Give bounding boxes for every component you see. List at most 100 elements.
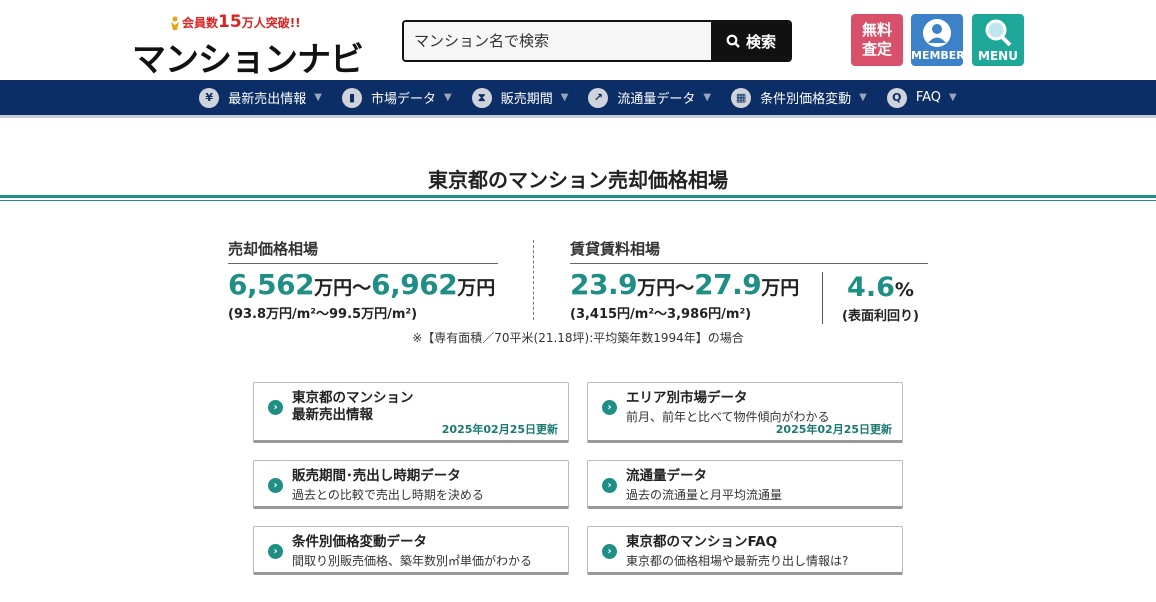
- title-divider-thin: [0, 200, 1156, 201]
- member-label: MEMBER: [911, 49, 965, 62]
- user-icon: [923, 19, 951, 47]
- rent-price-per-sqm: (3,415円/m²〜3,986円/m²): [570, 307, 752, 322]
- nav-item-volume-data[interactable]: ↗ 流通量データ ▼: [578, 79, 721, 117]
- free-appraisal-line2: 査定: [861, 40, 892, 58]
- condition-note: ※【専有面積／70平米(21.18坪):平均築年数1994年】の場合: [412, 331, 744, 345]
- nav-item-label: 流通量データ: [617, 92, 696, 107]
- logo-name: マンションナビ: [132, 40, 364, 80]
- logo-tagline-number: 15: [218, 12, 242, 32]
- yield-value-line: 4.6%: [833, 272, 928, 303]
- search-bar: 検索: [402, 20, 792, 62]
- card-title: 流通量データ: [626, 468, 707, 484]
- nav-item-label: 最新売出情報: [228, 92, 307, 107]
- hourglass-icon: ⧗: [471, 87, 492, 108]
- chevron-down-icon: ▼: [314, 92, 322, 103]
- rent-range-block: 23.9万円〜27.9万円 (3,415円/m²〜3,986円/m²): [570, 264, 822, 324]
- person-icon: [171, 16, 179, 30]
- nav-item-label: 販売期間: [500, 92, 553, 107]
- card-title: 販売期間･売出し時期データ: [292, 468, 461, 484]
- chevron-down-icon: ▼: [859, 92, 867, 103]
- yield-label: (表面利回り): [842, 309, 919, 324]
- rent-price-high: 27.9: [694, 268, 762, 301]
- trend-icon: ↗: [588, 87, 609, 108]
- nav-item-faq[interactable]: Q FAQ ▼: [877, 79, 967, 117]
- yield-block: 4.6% (表面利回り): [822, 272, 928, 324]
- sale-price-unit: 万円: [314, 277, 353, 299]
- range-tilde: 〜: [675, 277, 695, 299]
- logo-tagline: 会員数15万人突破!!: [182, 12, 301, 32]
- card-sales-period[interactable]: › 販売期間･売出し時期データ 過去との比較で売出し時期を決める: [253, 460, 569, 509]
- rent-price-unit: 万円: [761, 277, 800, 299]
- sale-price-high: 6,962: [371, 268, 458, 301]
- page-title: 東京都のマンション売却価格相場: [428, 168, 728, 192]
- site-header: 会員数15万人突破!! マンションナビ 検索 無料 査定 MEMBER MENU: [0, 0, 1156, 80]
- logo-tagline-prefix: 会員数: [182, 16, 219, 30]
- title-divider: [0, 195, 1156, 198]
- nav-item-price-change[interactable]: ▦ 条件別価格変動 ▼: [721, 79, 877, 117]
- site-logo[interactable]: 会員数15万人突破!! マンションナビ: [132, 10, 364, 80]
- search-button-label: 検索: [745, 32, 776, 51]
- sale-price-per-sqm: (93.8万円/m²〜99.5万円/m²): [228, 307, 418, 322]
- rent-price-unit: 万円: [637, 277, 676, 299]
- card-update-date: 2025年02月25日更新: [775, 423, 892, 436]
- yield-unit: %: [894, 279, 914, 301]
- arrow-right-icon: ›: [602, 400, 617, 415]
- card-title: 東京都のマンションFAQ: [626, 534, 778, 550]
- free-appraisal-line1: 無料: [861, 21, 892, 39]
- card-latest-listings[interactable]: › 東京都のマンション 最新売出情報 2025年02月25日更新: [253, 382, 569, 443]
- nav-item-label: FAQ: [915, 90, 942, 105]
- search-input[interactable]: [404, 22, 712, 60]
- bar-chart-icon: ▮: [341, 87, 362, 108]
- sale-price-range: 6,562万円〜6,962万円: [228, 268, 498, 301]
- nav-item-label: 市場データ: [370, 92, 436, 107]
- sale-price-section: 売却価格相場 6,562万円〜6,962万円 (93.8万円/m²〜99.5万円…: [228, 238, 498, 322]
- main-nav: ¥ 最新売出情報 ▼ ▮ 市場データ ▼ ⧗ 販売期間 ▼ ↗ 流通量データ ▼…: [0, 80, 1156, 118]
- arrow-right-icon: ›: [268, 400, 283, 415]
- card-title: 東京都のマンション: [292, 390, 414, 406]
- menu-button[interactable]: MENU: [972, 14, 1024, 66]
- sale-price-unit: 万円: [457, 277, 496, 299]
- arrow-right-icon: ›: [268, 478, 283, 493]
- card-title: 条件別価格変動データ: [292, 534, 427, 550]
- card-area-market-data[interactable]: › エリア別市場データ 前月、前年と比べて物件傾向がわかる 2025年02月25…: [587, 382, 903, 443]
- menu-label: MENU: [978, 49, 1018, 63]
- card-description: 過去との比較で売出し時期を決める: [292, 488, 484, 502]
- grid-icon: ▦: [731, 87, 752, 108]
- range-tilde: 〜: [352, 277, 372, 299]
- card-volume-data[interactable]: › 流通量データ 過去の流通量と月平均流通量: [587, 460, 903, 509]
- logo-tagline-suffix: 万人突破!!: [241, 16, 301, 30]
- card-title: エリア別市場データ: [626, 390, 748, 406]
- faq-icon: Q: [886, 87, 907, 108]
- rent-price-low: 23.9: [570, 268, 638, 301]
- chevron-down-icon: ▼: [703, 92, 712, 103]
- section-divider: [533, 240, 534, 320]
- yield-value: 4.6: [847, 272, 895, 303]
- chevron-down-icon: ▼: [949, 92, 957, 103]
- chevron-down-icon: ▼: [560, 92, 569, 103]
- card-description: 過去の流通量と月平均流通量: [626, 488, 783, 502]
- nav-item-latest-listings[interactable]: ¥ 最新売出情報 ▼: [189, 79, 332, 117]
- free-appraisal-button[interactable]: 無料 査定: [851, 14, 903, 66]
- arrow-right-icon: ›: [268, 544, 283, 559]
- card-faq[interactable]: › 東京都のマンションFAQ 東京都の価格相場や最新売り出し情報は?: [587, 526, 903, 575]
- yen-icon: ¥: [199, 87, 220, 108]
- nav-item-market-data[interactable]: ▮ 市場データ ▼: [332, 79, 462, 117]
- member-button[interactable]: MEMBER: [911, 14, 965, 66]
- sale-price-label: 売却価格相場: [228, 238, 498, 264]
- rent-price-label: 賃貸賃料相場: [570, 238, 928, 264]
- rent-row: 23.9万円〜27.9万円 (3,415円/m²〜3,986円/m²) 4.6%…: [570, 264, 928, 324]
- magnifier-icon: [985, 19, 1012, 47]
- card-description: 間取り別販売価格、築年数別㎡単価がわかる: [292, 554, 533, 568]
- nav-item-sales-period[interactable]: ⧗ 販売期間 ▼: [462, 79, 579, 117]
- search-icon: [726, 34, 740, 48]
- rent-price-section: 賃貸賃料相場 23.9万円〜27.9万円 (3,415円/m²〜3,986円/m…: [570, 238, 928, 324]
- sale-price-low: 6,562: [228, 268, 315, 301]
- card-title-line2: 最新売出情報: [292, 407, 373, 423]
- arrow-right-icon: ›: [602, 478, 617, 493]
- card-price-change[interactable]: › 条件別価格変動データ 間取り別販売価格、築年数別㎡単価がわかる: [253, 526, 569, 575]
- nav-item-label: 条件別価格変動: [760, 92, 852, 107]
- chevron-down-icon: ▼: [443, 92, 452, 103]
- search-button[interactable]: 検索: [712, 22, 790, 60]
- card-update-date: 2025年02月25日更新: [441, 423, 558, 436]
- card-description: 東京都の価格相場や最新売り出し情報は?: [626, 554, 849, 568]
